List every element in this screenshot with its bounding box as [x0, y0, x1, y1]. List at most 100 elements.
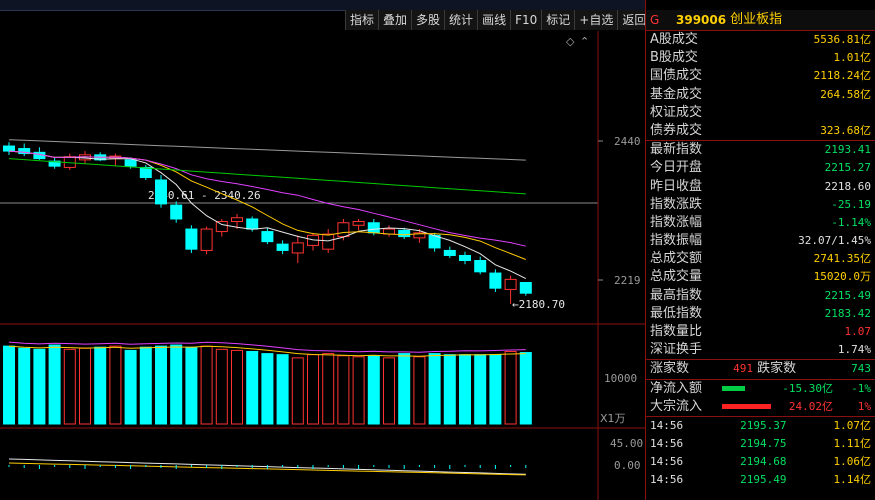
tick-price: 2195.37: [740, 418, 787, 432]
candle-body: [124, 159, 137, 167]
stat-label: A股成交: [650, 32, 698, 47]
volume-bar: [170, 344, 183, 425]
stat-row: 指数振幅 32.07/1.45%: [646, 232, 875, 250]
volume-bar: [337, 355, 350, 425]
toolbar-add-watchlist-button[interactable]: +自选: [574, 10, 618, 30]
volume-bar: [79, 347, 91, 425]
tick-volume: 1.14亿: [833, 472, 872, 486]
candle-body: [261, 231, 274, 243]
flow-bar: [722, 404, 778, 410]
stat-row: 总成交额 2741.35亿: [646, 250, 875, 268]
stat-label: 深证换手: [650, 342, 703, 358]
ma60-line: [8, 158, 526, 195]
chevron-up-icon[interactable]: ⌃: [580, 35, 589, 48]
toolbar-indicator-button[interactable]: 指标: [345, 10, 379, 30]
candle-body: [443, 249, 456, 256]
tick-volume: 1.11亿: [833, 436, 872, 450]
down-count-label: 跌家数: [757, 361, 797, 377]
candle-body: [170, 204, 183, 220]
candle-body: [200, 228, 213, 251]
candle-body: [337, 222, 350, 238]
candle-body: [139, 166, 152, 178]
tick-row: 14:56 2195.49 1.14亿: [646, 471, 875, 489]
volume-tick: 10000: [604, 372, 637, 385]
tick-time: 14:56: [650, 436, 684, 450]
candle-body: [215, 221, 228, 233]
down-count-value: 743: [851, 362, 871, 376]
volume-bar: [474, 354, 487, 425]
tick-volume: 1.07亿: [833, 418, 872, 432]
stat-value: 1.01亿: [833, 51, 872, 65]
stat-value: 2215.27: [824, 161, 871, 175]
stat-value: 2741.35亿: [813, 252, 871, 266]
stat-value: 5536.81亿: [813, 33, 871, 46]
tick-price: 2194.68: [740, 454, 787, 468]
toolbar-multi-stock-button[interactable]: 多股: [411, 10, 445, 30]
toolbar-overlay-button[interactable]: 叠加: [378, 10, 412, 30]
volume-bar: [519, 352, 532, 425]
stat-label: 指数涨跌: [650, 196, 703, 212]
kline-chart[interactable]: ◇ ⌃ 2440 2219 10000 X1万 45.00 0.00 2340.…: [0, 31, 645, 500]
volume-bar: [155, 345, 167, 425]
stat-value: 2193.41: [824, 143, 871, 157]
flow-label: 净流入额: [650, 380, 703, 396]
money-flow-row: 大宗流入 24.02亿 1%: [646, 398, 875, 416]
candle-body: [474, 260, 487, 273]
low-price-annotation: ←2180.70: [512, 298, 565, 311]
stat-label: 债券成交: [650, 122, 703, 138]
flow-percent: -1%: [851, 381, 871, 395]
candle-body: [352, 221, 365, 226]
candle-body: [3, 145, 15, 152]
flow-bar: [722, 386, 778, 392]
stat-value: 2183.42: [824, 306, 871, 320]
candle-body: [489, 272, 502, 289]
quote-panel: G 399006 创业板指 A股成交 5536.81亿 B股成交 1.01亿 国债成交 2…: [646, 10, 875, 500]
toolbar-statistics-button[interactable]: 统计: [444, 10, 478, 30]
volume-bar: [291, 357, 304, 425]
flow-bar-fill: [722, 386, 745, 392]
diamond-icon[interactable]: ◇: [566, 35, 575, 48]
candle-body: [246, 218, 259, 230]
stat-label: 基金成交: [650, 86, 703, 102]
toolbar-draw-line-button[interactable]: 画线: [477, 10, 511, 30]
price-tick-low: 2219: [614, 274, 641, 287]
stat-value: -25.19: [831, 197, 871, 211]
flow-bar-fill: [722, 404, 771, 410]
toolbar-f10-button[interactable]: F10: [510, 10, 542, 30]
stat-row: 指数涨跌 -25.19: [646, 196, 875, 214]
stat-value: 264.58亿: [820, 87, 871, 101]
stat-row: 最高指数 2215.49: [646, 287, 875, 305]
candle-body: [291, 242, 304, 254]
stat-label: 昨日收盘: [650, 178, 703, 194]
macd-tick-zero: 0.00: [614, 459, 641, 472]
macd-layer: [8, 458, 527, 476]
chart-grid: [0, 31, 645, 500]
candle-body: [504, 278, 517, 290]
candle-body: [276, 243, 289, 251]
kline-chart-area[interactable]: ◇ ⌃ 2440 2219 10000 X1万 45.00 0.00 2340.…: [0, 31, 645, 500]
volume-unit-label: X1万: [600, 412, 626, 425]
tick-list: 14:56 2195.37 1.07亿 14:56 2194.75 1.11亿 14:56 2…: [646, 417, 875, 489]
volume-bar: [63, 348, 76, 425]
toolbar-mark-button[interactable]: 标记: [541, 10, 575, 30]
stat-label: 指数涨幅: [650, 214, 703, 230]
moving-average-lines: [8, 139, 527, 280]
stat-label: 国债成交: [650, 68, 703, 84]
tick-row: 14:56 2194.68 1.06亿: [646, 453, 875, 471]
up-count-value: 491: [733, 362, 754, 376]
candle-body: [367, 222, 380, 234]
volume-bar: [200, 345, 213, 425]
macd-tick-high: 45.00: [610, 437, 643, 450]
volume-bar: [307, 354, 319, 425]
turnover-section: A股成交 5536.81亿 B股成交 1.01亿 国债成交 2118.24亿 基金成交 264…: [646, 31, 875, 140]
stat-label: 最低指数: [650, 305, 703, 321]
tick-row: 14:56 2195.37 1.07亿: [646, 417, 875, 435]
stat-row: 指数涨幅 -1.14%: [646, 214, 875, 232]
volume-bar: [443, 354, 456, 425]
volume-bar: [367, 355, 380, 425]
volume-bar: [246, 350, 259, 425]
stat-label: B股成交: [650, 50, 698, 66]
stat-label: 最高指数: [650, 287, 703, 303]
chart-toolbar: 指标 叠加 多股 统计 画线 F10 标记 +自选 返回: [345, 10, 651, 30]
stat-row: 基金成交 264.58亿: [646, 86, 875, 104]
